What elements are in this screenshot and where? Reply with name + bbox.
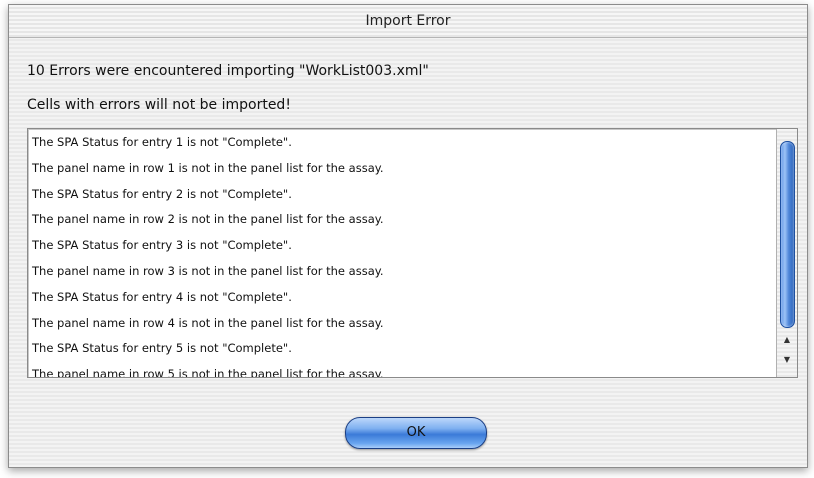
scroll-up-arrow-icon[interactable]: ▲ [781, 334, 793, 346]
list-item[interactable]: The panel name in row 4 is not in the pa… [28, 310, 774, 336]
scroll-down-arrow-icon[interactable]: ▼ [781, 354, 793, 366]
list-item[interactable]: The SPA Status for entry 4 is not "Compl… [28, 284, 774, 310]
list-item[interactable]: The SPA Status for entry 5 is not "Compl… [28, 335, 774, 361]
error-list-box[interactable]: The SPA Status for entry 1 is not "Compl… [27, 128, 798, 378]
scroll-thumb[interactable] [780, 141, 795, 328]
error-list[interactable]: The SPA Status for entry 1 is not "Compl… [28, 129, 774, 377]
list-item[interactable]: The SPA Status for entry 3 is not "Compl… [28, 232, 774, 258]
list-item[interactable]: The SPA Status for entry 1 is not "Compl… [28, 129, 774, 155]
warning-text: Cells with errors will not be imported! [27, 97, 291, 113]
title-bar[interactable]: Import Error [9, 5, 807, 38]
vertical-scrollbar[interactable]: ▲ ▼ [776, 129, 797, 377]
dialog-title: Import Error [365, 13, 451, 29]
list-item[interactable]: The SPA Status for entry 2 is not "Compl… [28, 181, 774, 207]
list-item[interactable]: The panel name in row 2 is not in the pa… [28, 206, 774, 232]
import-error-dialog: Import Error 10 Errors were encountered … [8, 4, 808, 468]
error-summary-text: 10 Errors were encountered importing "Wo… [27, 63, 429, 79]
list-item[interactable]: The panel name in row 1 is not in the pa… [28, 155, 774, 181]
list-item[interactable]: The panel name in row 3 is not in the pa… [28, 258, 774, 284]
ok-button[interactable]: OK [345, 417, 487, 449]
list-item[interactable]: The panel name in row 5 is not in the pa… [28, 361, 774, 377]
